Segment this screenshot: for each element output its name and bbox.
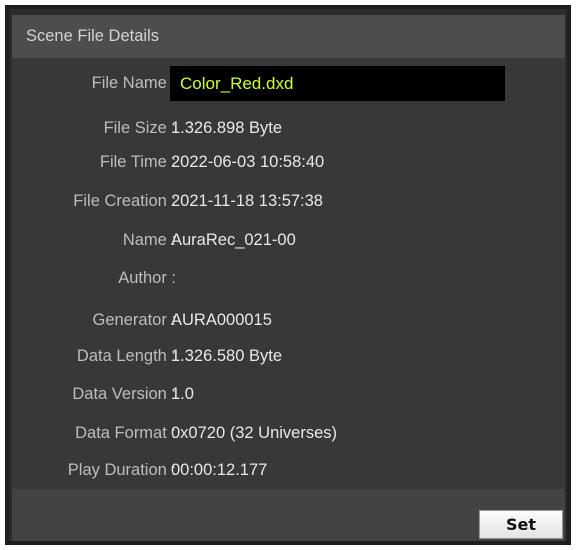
generator-label: Generator : [92, 311, 176, 329]
detail-row-file-time: File Time : 2022-06-03 10:58:40 [12, 147, 565, 177]
data-format-label: Data Format : [75, 424, 176, 442]
detail-row-file-size: File Size : 1.326.898 Byte [12, 113, 565, 143]
file-creation-value: 2021-11-18 13:57:38 [171, 192, 323, 210]
file-creation-label: File Creation : [73, 192, 176, 210]
detail-row-data-length: Data Length : 1.326.580 Byte [12, 341, 565, 371]
play-duration-label: Play Duration : [67, 461, 176, 479]
scene-file-details-window: Scene File Details File Name : Color_Red… [0, 0, 577, 550]
name-value: AuraRec_021-00 [171, 231, 296, 249]
file-name-field[interactable]: Color_Red.dxd [170, 66, 505, 101]
data-length-label: Data Length : [76, 347, 176, 365]
data-format-value: 0x0720 (32 Universes) [171, 424, 337, 442]
details-list: File Name : Color_Red.dxd File Size : 1.… [12, 58, 565, 489]
file-name-value: Color_Red.dxd [180, 74, 294, 93]
generator-value: AURA000015 [171, 311, 272, 329]
detail-row-file-creation: File Creation : 2021-11-18 13:57:38 [12, 186, 565, 216]
panel-title: Scene File Details [26, 27, 159, 45]
file-name-label: File Name : [91, 74, 176, 92]
detail-row-file-name: File Name : Color_Red.dxd [12, 66, 565, 101]
file-time-value: 2022-06-03 10:58:40 [171, 153, 325, 171]
author-label: Author : [118, 269, 176, 287]
name-label: Name : [122, 231, 176, 249]
file-size-label: File Size : [103, 119, 176, 137]
detail-row-generator: Generator : AURA000015 [12, 305, 565, 335]
detail-row-play-duration: Play Duration : 00:00:12.177 [12, 455, 565, 485]
data-version-value: 1.0 [171, 385, 194, 403]
detail-row-author: Author : [12, 263, 565, 293]
data-length-value: 1.326.580 Byte [171, 347, 283, 365]
detail-row-data-format: Data Format : 0x0720 (32 Universes) [12, 418, 565, 448]
set-button[interactable]: Set [479, 510, 563, 539]
detail-row-data-version: Data Version : 1.0 [12, 379, 565, 409]
panel-footer: Set [12, 489, 565, 541]
panel-title-bar: Scene File Details [12, 15, 565, 58]
file-time-label: File Time : [99, 153, 176, 171]
file-size-value: 1.326.898 Byte [171, 119, 283, 137]
detail-row-name: Name : AuraRec_021-00 [12, 225, 565, 255]
data-version-label: Data Version : [72, 385, 176, 403]
play-duration-value: 00:00:12.177 [171, 461, 268, 479]
